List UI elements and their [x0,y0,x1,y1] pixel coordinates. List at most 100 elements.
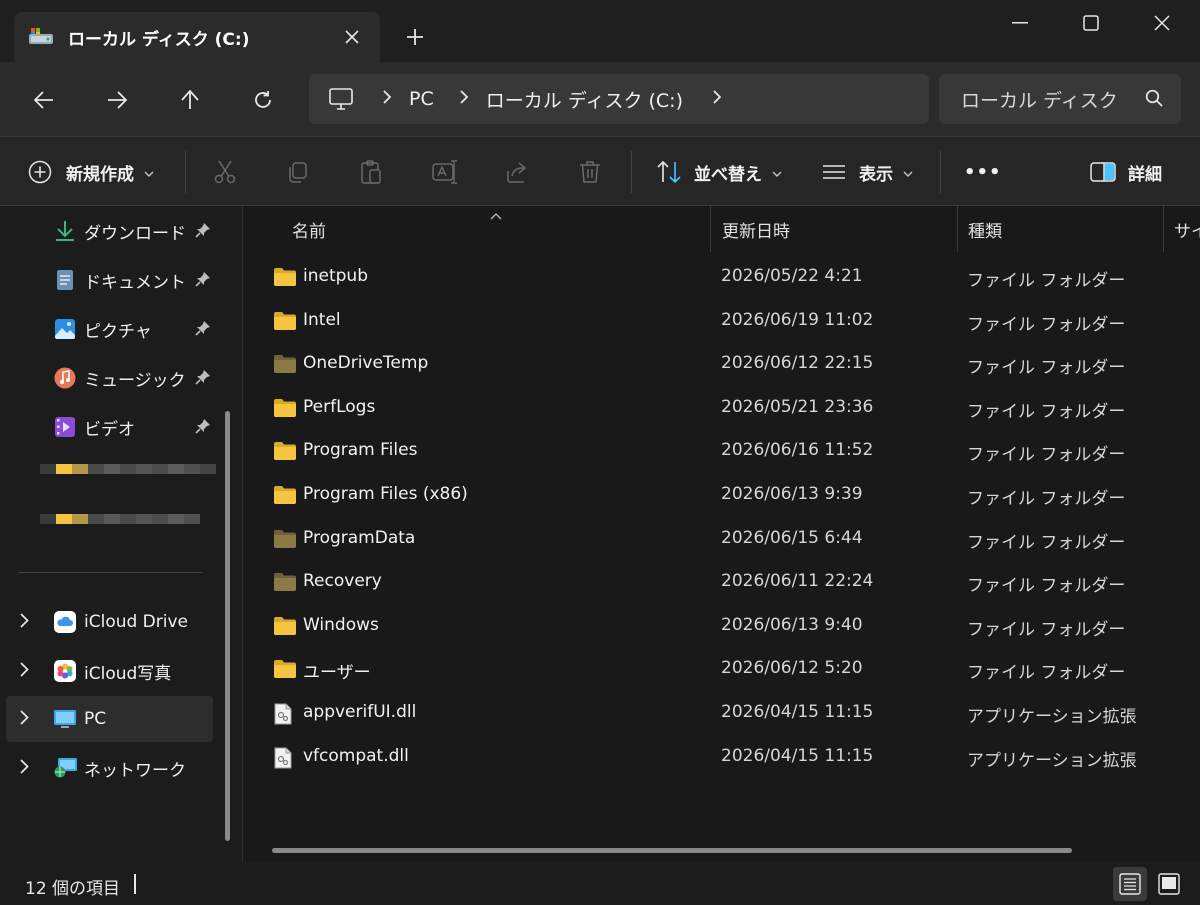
pin-icon[interactable] [195,418,211,439]
sidebar-item-documents[interactable]: ドキュメント [6,257,213,303]
file-row[interactable]: PerfLogs 2026/05/21 23:36 ファイル フォルダー [244,387,1200,431]
maximize-icon[interactable] [1055,0,1127,46]
up-icon[interactable] [170,80,210,120]
sidebar-item-pictures[interactable]: ピクチャ [6,306,213,352]
search-box[interactable]: ローカル ディスク (C:) の検索 [939,74,1181,124]
drive-icon [28,26,54,48]
sidebar-scrollbar[interactable] [225,411,230,841]
file-type: ファイル フォルダー [967,489,1126,509]
view-button[interactable]: 表示 [822,137,913,207]
file-row[interactable]: Recovery 2026/06/11 22:24 ファイル フォルダー [244,561,1200,605]
command-bar: 新規作成 並べ替え 表示 ••• 詳細 [0,136,1200,206]
file-name[interactable]: Recovery [303,571,382,591]
horizontal-scrollbar[interactable] [272,848,1072,853]
blurred-sidebar-item[interactable] [40,514,200,534]
file-date: 2026/05/21 23:36 [721,396,874,417]
pictures-icon [54,318,76,340]
refresh-icon[interactable] [243,80,283,120]
blurred-sidebar-item[interactable] [40,464,216,484]
pin-icon[interactable] [195,320,211,341]
column-divider[interactable] [710,206,711,252]
file-list: 名前 更新日時 種類 サイズ inetpub 2026/05/22 4:21 ファイ… [244,206,1200,862]
file-row[interactable]: ユーザー 2026/06/12 5:20 ファイル フォルダー [244,648,1200,692]
file-name[interactable]: ユーザー [303,658,371,683]
file-name[interactable]: Program Files (x86) [303,484,468,504]
column-header-size[interactable]: サイズ [1174,206,1200,252]
file-type: ファイル フォルダー [967,445,1126,466]
more-options-button[interactable]: ••• [964,137,1002,207]
breadcrumb-pc[interactable]: PC [409,88,434,110]
file-name[interactable]: Program Files [303,440,417,460]
dll-file-icon [273,703,297,725]
sidebar-item-videos[interactable]: ビデオ [6,404,213,450]
sidebar-item-music[interactable]: ミュージック [6,355,213,401]
close-icon[interactable] [332,17,372,57]
address-bar[interactable]: PC ローカル ディスク (C:) [309,74,929,124]
chevron-right-icon[interactable] [20,613,29,633]
sidebar-item-pc[interactable]: PC [6,696,213,742]
file-row[interactable]: Program Files (x86) 2026/06/13 9:39 ファイル フ… [244,474,1200,518]
file-row[interactable]: ProgramData 2026/06/15 6:44 ファイル フォルダー [244,518,1200,562]
copy-button[interactable] [286,137,310,207]
file-name[interactable]: ProgramData [303,528,415,548]
sidebar-item-icloud-photos[interactable]: iCloud写真 [6,648,213,694]
chevron-right-icon[interactable] [460,89,469,109]
chevron-right-icon[interactable] [713,89,722,109]
chevron-right-icon[interactable] [20,759,29,779]
sidebar-item-network[interactable]: ネットワーク [6,745,213,791]
pin-icon[interactable] [195,369,211,390]
column-header-name[interactable]: 名前 [292,206,326,252]
plus-icon[interactable] [396,20,434,54]
item-count: 12 個の項目 [25,879,121,899]
forward-icon[interactable] [97,80,137,120]
large-icons-view-button[interactable] [1152,867,1186,901]
file-name[interactable]: vfcompat.dll [303,746,409,766]
file-row[interactable]: Windows 2026/06/13 9:40 ファイル フォルダー [244,605,1200,649]
tab-active[interactable]: ローカル ディスク (C:) [14,12,380,62]
view-label: 表示 [859,164,893,185]
pc-icon[interactable] [329,88,353,110]
file-name[interactable]: Windows [303,615,379,635]
pin-icon[interactable] [195,271,211,292]
file-name[interactable]: appverifUI.dll [303,702,416,722]
search-input[interactable]: ローカル ディスク (C:) の検索 [961,86,1121,113]
title-bar: ローカル ディスク (C:) [0,0,1200,62]
file-row[interactable]: vfcompat.dll 2026/04/15 11:15 アプリケーション拡張 [244,736,1200,780]
rename-button[interactable] [432,137,458,207]
file-name[interactable]: inetpub [303,266,368,286]
chevron-right-icon[interactable] [20,662,29,682]
file-row[interactable]: appverifUI.dll 2026/04/15 11:15 アプリケーション拡張 [244,692,1200,736]
file-type: アプリケーション拡張 [967,707,1137,727]
close-window-icon[interactable] [1126,0,1198,46]
sort-button[interactable]: 並べ替え [656,137,782,207]
details-view-button[interactable] [1113,867,1147,901]
file-name[interactable]: OneDriveTemp [303,353,428,373]
file-row[interactable]: inetpub 2026/05/22 4:21 ファイル フォルダー [244,256,1200,300]
sidebar-item-downloads[interactable]: ダウンロード [6,208,213,254]
chevron-right-icon[interactable] [383,89,392,109]
column-divider[interactable] [1163,206,1164,252]
pin-icon[interactable] [195,222,211,243]
file-row[interactable]: OneDriveTemp 2026/06/12 22:15 ファイル フォルダー [244,343,1200,387]
search-icon[interactable] [1145,89,1163,112]
sidebar-item-icloud-drive[interactable]: iCloud Drive [6,599,213,645]
column-header-type[interactable]: 種類 [968,206,1002,252]
details-pane-button[interactable]: 詳細 [1090,137,1162,207]
delete-button[interactable] [579,137,601,207]
file-date: 2026/06/12 22:15 [721,353,874,374]
share-button[interactable] [505,137,529,207]
column-header-date[interactable]: 更新日時 [722,206,790,252]
file-name[interactable]: Intel [303,310,341,330]
breadcrumb-local-disk[interactable]: ローカル ディスク (C:) [486,86,683,113]
file-row[interactable]: Intel 2026/06/19 11:02 ファイル フォルダー [244,300,1200,344]
file-name[interactable]: PerfLogs [303,397,375,417]
column-divider[interactable] [957,206,958,252]
new-button[interactable]: 新規作成 [28,137,154,207]
paste-button[interactable] [359,137,383,207]
chevron-right-icon[interactable] [20,710,29,730]
cut-button[interactable] [213,137,237,207]
file-row[interactable]: Program Files 2026/06/16 11:52 ファイル フォルダー [244,430,1200,474]
back-icon[interactable] [24,80,64,120]
paste-icon [359,159,383,185]
minimize-icon[interactable] [984,0,1056,46]
